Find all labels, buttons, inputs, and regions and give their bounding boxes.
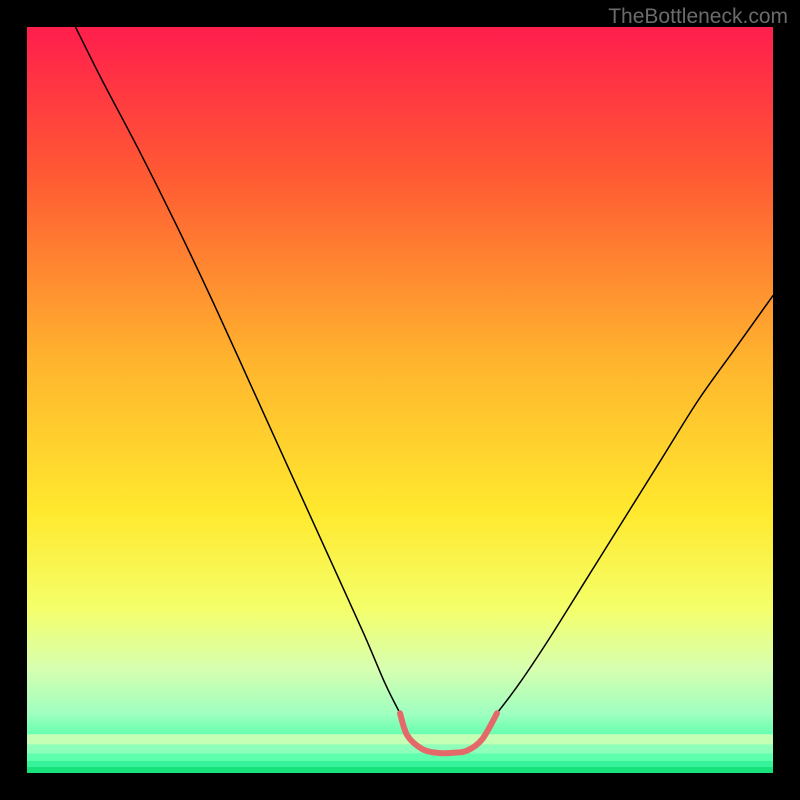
- plot-frame: [27, 27, 773, 773]
- watermark-text: TheBottleneck.com: [608, 5, 788, 29]
- bottom-bands: [27, 734, 773, 773]
- bottleneck-chart: [27, 27, 773, 773]
- gradient-background: [27, 27, 773, 773]
